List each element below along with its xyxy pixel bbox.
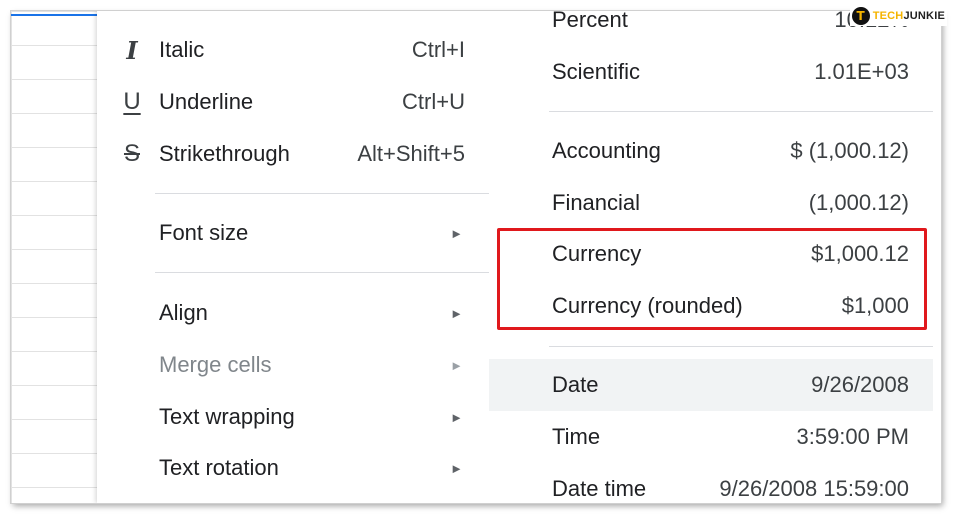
menu-item-underline[interactable]: U Underline Ctrl+U — [97, 76, 489, 128]
underline-icon: U — [123, 88, 141, 115]
format-label: Financial — [552, 190, 641, 215]
number-format-currency[interactable]: Currency $1,000.12 — [489, 228, 933, 280]
submenu-arrow-icon: ► — [450, 225, 463, 241]
menu-divider — [155, 193, 489, 194]
format-example: (1,000.12) — [808, 190, 909, 215]
format-example: $1,000 — [841, 293, 909, 318]
format-example: 9/26/2008 15:59:00 — [719, 476, 909, 501]
format-label: Time — [552, 424, 601, 449]
menu-item-label: Strikethrough — [159, 141, 290, 166]
submenu-arrow-icon: ► — [450, 460, 463, 476]
format-label: Scientific — [552, 59, 641, 84]
menu-item-shortcut: Ctrl+I — [411, 37, 465, 62]
format-label: Date — [552, 372, 599, 397]
number-format-time[interactable]: Time 3:59:00 PM — [489, 411, 933, 463]
number-format-financial[interactable]: Financial (1,000.12) — [489, 177, 933, 229]
selected-cell-border — [11, 14, 101, 16]
format-label: Accounting — [552, 138, 661, 163]
number-format-date[interactable]: Date 9/26/2008 — [489, 359, 933, 411]
format-example: $1,000.12 — [811, 241, 909, 266]
format-example: 9/26/2008 — [811, 372, 909, 397]
techjunkie-logo: T TECH JUNKIE — [849, 6, 947, 26]
menu-item-label: Text rotation — [159, 455, 279, 480]
format-example: $ (1,000.12) — [790, 138, 909, 163]
format-label: Currency (rounded) — [552, 293, 743, 318]
number-format-scientific[interactable]: Scientific 1.01E+03 — [489, 46, 933, 98]
number-format-currency-rounded[interactable]: Currency (rounded) $1,000 — [489, 280, 933, 332]
menu-item-label: Text wrapping — [159, 404, 295, 429]
menu-item-strikethrough[interactable]: S Strikethrough Alt+Shift+5 — [97, 128, 489, 180]
logo-text-tech: TECH — [872, 10, 904, 22]
techjunkie-logo-icon: T — [851, 7, 870, 25]
strikethrough-icon: S — [123, 140, 140, 167]
menu-item-text-rotation[interactable]: Text rotation ► — [97, 442, 489, 494]
menu-item-shortcut: Ctrl+U — [402, 89, 465, 114]
format-label: Date time — [552, 476, 647, 501]
menu-item-label: Italic — [159, 37, 205, 62]
menu-item-italic[interactable]: I Italic Ctrl+I — [97, 24, 489, 76]
number-format-date-time[interactable]: Date time 9/26/2008 15:59:00 — [489, 463, 933, 503]
menu-item-label: Merge cells — [159, 352, 272, 377]
menu-item-shortcut: Alt+Shift+5 — [357, 141, 465, 166]
menu-divider — [549, 111, 933, 112]
menu-divider — [549, 346, 933, 347]
number-format-submenu: Percent 10.12% Scientific 1.01E+03 Accou… — [489, 11, 941, 503]
format-example: 1.01E+03 — [814, 59, 909, 84]
italic-icon: I — [126, 35, 138, 65]
menu-divider — [155, 272, 489, 273]
submenu-arrow-icon: ► — [450, 357, 463, 373]
screenshot-frame: I Italic Ctrl+I U Underline Ctrl+U S Str… — [11, 11, 941, 503]
format-label: Currency — [552, 241, 642, 266]
format-label: Percent — [552, 11, 628, 32]
number-format-accounting[interactable]: Accounting $ (1,000.12) — [489, 125, 933, 177]
format-example: 3:59:00 PM — [796, 424, 909, 449]
logo-text-junkie: JUNKIE — [903, 10, 945, 22]
menu-item-label: Align — [159, 300, 208, 325]
format-menu: I Italic Ctrl+I U Underline Ctrl+U S Str… — [97, 11, 489, 503]
submenu-arrow-icon: ► — [450, 409, 463, 425]
menu-item-merge-cells[interactable]: Merge cells ► — [97, 339, 489, 391]
menu-item-label: Font size — [159, 220, 249, 245]
menu-item-align[interactable]: Align ► — [97, 287, 489, 339]
menu-item-text-wrapping[interactable]: Text wrapping ► — [97, 391, 489, 443]
menu-item-label: Underline — [159, 89, 254, 114]
menu-item-font-size[interactable]: Font size ► — [97, 207, 489, 259]
submenu-arrow-icon: ► — [450, 305, 463, 321]
